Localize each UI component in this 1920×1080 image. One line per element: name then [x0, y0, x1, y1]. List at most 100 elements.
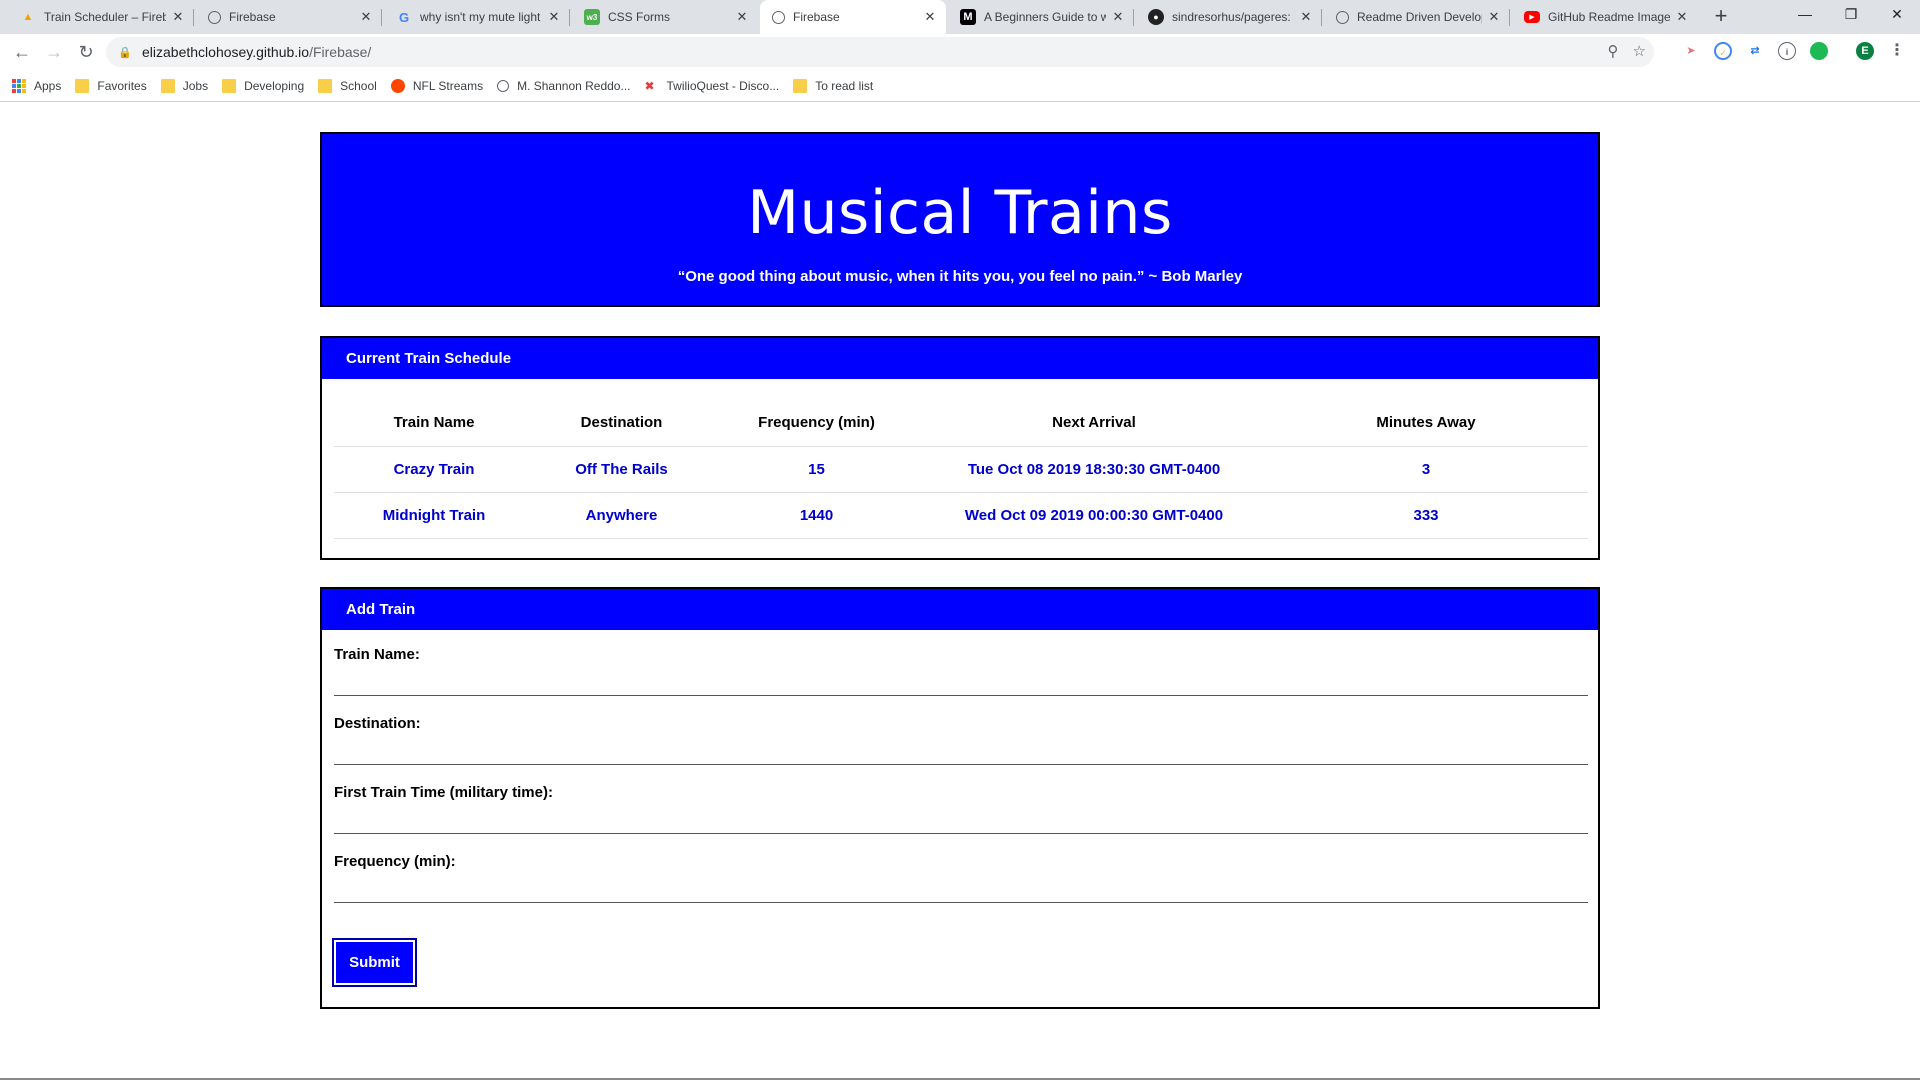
- cell-next-arrival: Wed Oct 09 2019 00:00:30 GMT-0400: [924, 492, 1264, 539]
- bookmark-label: School: [340, 78, 377, 93]
- close-icon[interactable]: ✕: [1486, 9, 1502, 25]
- zoom-icon[interactable]: ⚲: [1608, 42, 1619, 60]
- frequency-label: Frequency (min):: [334, 853, 456, 870]
- bookmark-nfl-streams[interactable]: NFL Streams: [390, 78, 483, 93]
- column-header-train-name: Train Name: [334, 400, 534, 447]
- folder-icon: [222, 78, 237, 93]
- extension-icon-3[interactable]: ⇄: [1746, 42, 1764, 60]
- menu-kebab-icon[interactable]: ⋮: [1888, 42, 1906, 60]
- bookmark-label: Favorites: [97, 78, 147, 93]
- cell-next-arrival: Tue Oct 08 2019 18:30:30 GMT-0400: [924, 446, 1264, 493]
- tab-title: CSS Forms: [608, 10, 671, 24]
- train-name-label: Train Name:: [334, 646, 420, 663]
- tab-firebase-active[interactable]: Firebase ✕: [760, 0, 946, 34]
- tab-title: Train Scheduler – Firebase: [44, 10, 166, 24]
- globe-icon: [1336, 10, 1349, 24]
- cell-destination: Anywhere: [534, 492, 709, 539]
- tab-title: Firebase: [229, 10, 276, 24]
- restore-button[interactable]: ❐: [1828, 0, 1874, 30]
- close-icon[interactable]: ✕: [922, 9, 938, 25]
- firebase-icon: ▲: [22, 11, 34, 23]
- tab-train-scheduler[interactable]: ▲ Train Scheduler – Firebase ✕: [8, 0, 194, 34]
- window-close-button[interactable]: ✕: [1874, 0, 1920, 30]
- column-header-minutes-away: Minutes Away: [1264, 400, 1588, 447]
- extension-icon-2[interactable]: ✓: [1714, 42, 1732, 60]
- bookmark-twilioquest[interactable]: ✖ TwilioQuest - Disco...: [645, 79, 780, 93]
- new-tab-button[interactable]: +: [1708, 4, 1734, 30]
- bookmark-label: Apps: [34, 78, 62, 93]
- tab-title: A Beginners Guide to w: [984, 10, 1106, 24]
- destination-label: Destination:: [334, 715, 421, 732]
- bookmark-developing[interactable]: Developing: [222, 78, 304, 93]
- bookmark-label: To read list: [815, 78, 874, 93]
- cell-train-name: Midnight Train: [334, 492, 534, 539]
- close-icon[interactable]: ✕: [1298, 9, 1314, 25]
- cell-minutes-away: 3: [1264, 446, 1588, 493]
- frequency-input[interactable]: [334, 877, 1588, 903]
- page-content: Musical Trains “One good thing about mus…: [0, 103, 1920, 1080]
- add-train-heading: Add Train: [322, 589, 1598, 630]
- train-name-input[interactable]: [334, 670, 1588, 696]
- extension-icon-4[interactable]: i: [1778, 42, 1796, 60]
- bookmark-school[interactable]: School: [318, 78, 377, 93]
- close-icon[interactable]: ✕: [358, 9, 374, 25]
- tab-beginners-guide[interactable]: M A Beginners Guide to w ✕: [948, 0, 1134, 34]
- folder-icon: [793, 78, 808, 93]
- field-train-name: Train Name:: [334, 630, 1588, 699]
- medium-icon: M: [960, 9, 976, 25]
- close-icon[interactable]: ✕: [170, 9, 186, 25]
- tab-readme-driven[interactable]: Readme Driven Develop ✕: [1324, 0, 1510, 34]
- bookmark-favorites[interactable]: Favorites: [75, 78, 147, 93]
- tab-title: why isn't my mute light: [420, 10, 541, 24]
- cell-frequency: 15: [709, 446, 924, 493]
- tab-css-forms[interactable]: w3 CSS Forms ✕: [572, 0, 758, 34]
- close-icon[interactable]: ✕: [734, 9, 750, 25]
- add-train-form: Train Name: Destination: First Train Tim…: [334, 630, 1588, 906]
- add-train-card: Add Train Train Name: Destination: First…: [320, 587, 1600, 1009]
- folder-icon: [160, 78, 175, 93]
- google-icon: G: [398, 9, 410, 25]
- page-title: Musical Trains: [747, 178, 1173, 248]
- folder-icon: [318, 78, 333, 93]
- tab-firebase-1[interactable]: Firebase ✕: [196, 0, 382, 34]
- tab-pageres[interactable]: ● sindresorhus/pageres: ✕: [1136, 0, 1322, 34]
- cell-frequency: 1440: [709, 492, 924, 539]
- tab-title: Firebase: [793, 10, 840, 24]
- back-button[interactable]: ←: [10, 40, 34, 64]
- twilio-icon: ✖: [644, 78, 655, 93]
- tab-github-readme-images[interactable]: ▶ GitHub Readme Images ✕: [1512, 0, 1698, 34]
- globe-icon: [497, 79, 510, 92]
- bookmark-label: M. Shannon Reddo...: [517, 78, 631, 93]
- first-train-time-label: First Train Time (military time):: [334, 784, 553, 801]
- bookmark-shannon-reddo[interactable]: M. Shannon Reddo...: [497, 78, 631, 93]
- forward-button[interactable]: →: [42, 40, 66, 64]
- reload-button[interactable]: ↻: [74, 40, 98, 64]
- profile-avatar[interactable]: E: [1856, 42, 1874, 60]
- extension-icon-5[interactable]: [1810, 42, 1828, 60]
- first-train-time-input[interactable]: [334, 808, 1588, 834]
- cell-train-name: Crazy Train: [334, 446, 534, 493]
- minimize-button[interactable]: —: [1782, 0, 1828, 30]
- tab-google-search[interactable]: G why isn't my mute light ✕: [384, 0, 570, 34]
- destination-input[interactable]: [334, 739, 1588, 765]
- github-icon: ●: [1148, 9, 1164, 25]
- bookmark-label: TwilioQuest - Disco...: [666, 78, 780, 93]
- bookmark-apps[interactable]: Apps: [12, 78, 62, 93]
- table-row: Midnight Train Anywhere 1440 Wed Oct 09 …: [334, 492, 1588, 539]
- close-icon[interactable]: ✕: [546, 9, 562, 25]
- extension-icon-1[interactable]: ➤: [1682, 42, 1700, 60]
- bookmark-star-icon[interactable]: ☆: [1633, 42, 1646, 60]
- bookmark-jobs[interactable]: Jobs: [160, 78, 208, 93]
- close-icon[interactable]: ✕: [1110, 9, 1126, 25]
- address-bar[interactable]: 🔒 elizabethclohosey.github.io/Firebase/ …: [106, 37, 1654, 67]
- cell-minutes-away: 333: [1264, 492, 1588, 539]
- browser-toolbar: ← → ↻ 🔒 elizabethclohosey.github.io/Fire…: [0, 34, 1920, 70]
- apps-grid-icon: [12, 78, 26, 93]
- table-header-row: Train Name Destination Frequency (min) N…: [334, 400, 1588, 447]
- bookmark-to-read-list[interactable]: To read list: [793, 78, 874, 93]
- close-icon[interactable]: ✕: [1674, 9, 1690, 25]
- tab-title: sindresorhus/pageres:: [1172, 10, 1291, 24]
- submit-button[interactable]: Submit: [332, 938, 417, 987]
- w3schools-icon: w3: [584, 9, 600, 25]
- header-quote: “One good thing about music, when it hit…: [677, 268, 1243, 285]
